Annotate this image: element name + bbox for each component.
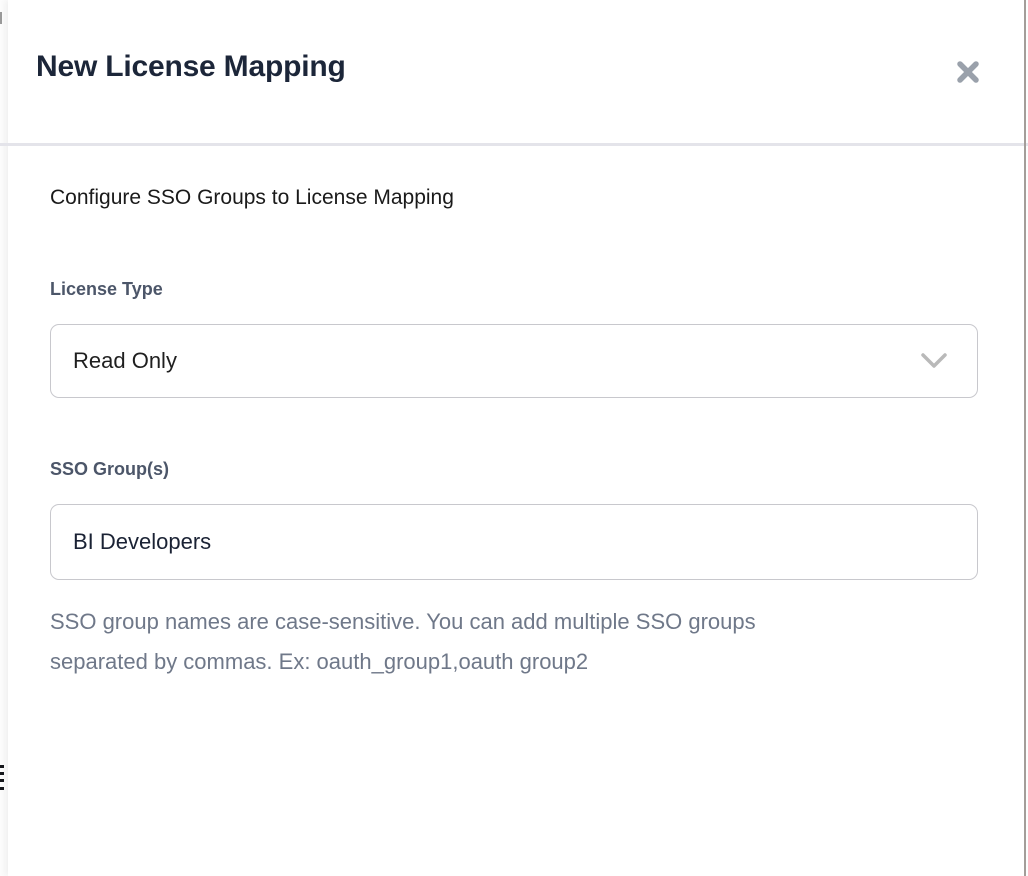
dialog-header: New License Mapping — [8, 0, 1024, 143]
sso-groups-input[interactable] — [50, 504, 978, 580]
background-list-icon-fragment — [0, 765, 4, 768]
screen: New License Mapping Configure SSO Groups… — [0, 0, 1028, 876]
background-page-edge — [0, 0, 8, 876]
background-artifact — [0, 12, 2, 24]
background-list-icon-fragment — [0, 772, 4, 775]
new-license-mapping-dialog: New License Mapping Configure SSO Groups… — [8, 0, 1024, 876]
license-type-selected-value: Read Only — [51, 348, 919, 374]
dialog-title: New License Mapping — [36, 50, 346, 84]
sso-groups-helper-text: SSO group names are case-sensitive. You … — [50, 602, 840, 682]
dialog-subtitle: Configure SSO Groups to License Mapping — [50, 186, 454, 210]
license-type-select[interactable]: Read Only — [50, 324, 978, 398]
close-icon — [954, 58, 982, 86]
sso-groups-label: SSO Group(s) — [50, 459, 169, 480]
license-type-label: License Type — [50, 279, 163, 300]
close-button[interactable] — [948, 52, 988, 92]
dialog-right-edge — [1024, 0, 1026, 876]
background-list-icon-fragment — [0, 787, 4, 790]
background-list-icon-fragment — [0, 779, 4, 782]
chevron-down-icon — [919, 351, 949, 371]
dialog-body: Configure SSO Groups to License Mapping … — [8, 146, 1024, 876]
